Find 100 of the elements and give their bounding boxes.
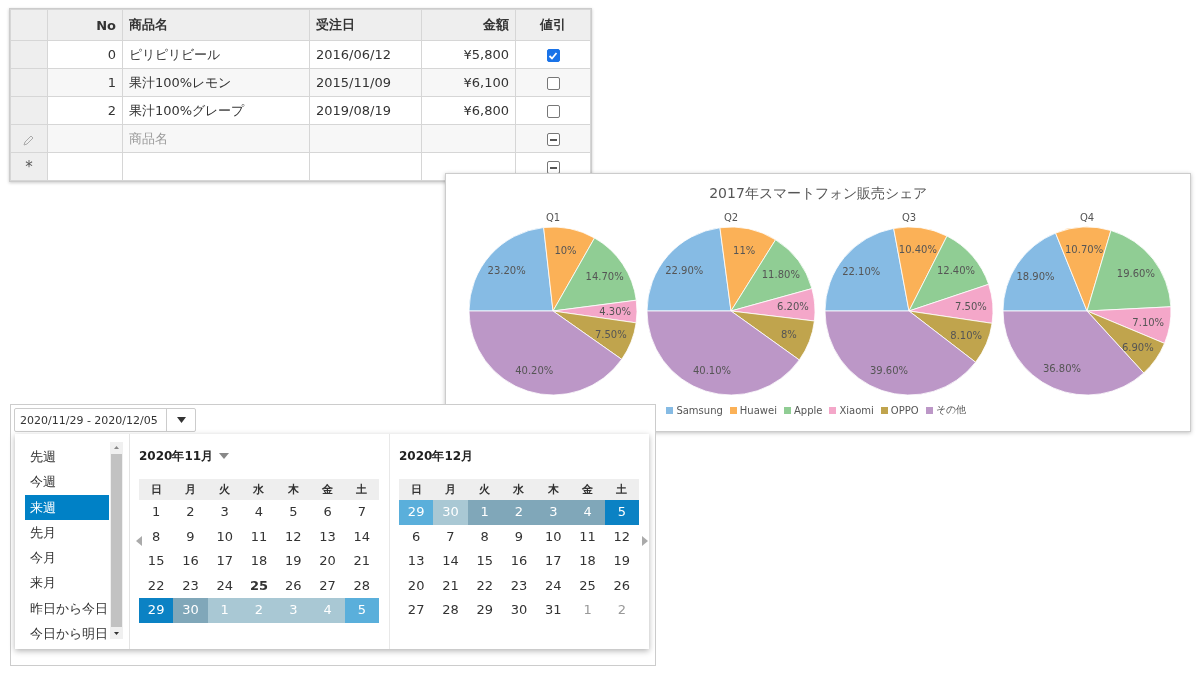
pie-title: Q2: [723, 212, 739, 223]
weekday-label: 日: [149, 482, 163, 498]
calendar-day[interactable]: 12: [604, 524, 639, 549]
column-header[interactable]: 値引: [515, 9, 591, 41]
weekday-label: 水: [512, 482, 526, 498]
calendar-day[interactable]: 5: [604, 500, 639, 525]
preset-item[interactable]: 来月: [25, 570, 109, 596]
calendar-day[interactable]: 22: [139, 573, 174, 598]
calendar-day[interactable]: 24: [207, 573, 242, 598]
calendar-day[interactable]: 23: [173, 573, 208, 598]
calendar-day[interactable]: 31: [536, 598, 571, 623]
preset-item[interactable]: 先週: [25, 444, 109, 470]
calendar-day[interactable]: 20: [399, 573, 434, 598]
calendar-day[interactable]: 18: [570, 549, 605, 574]
calendar-day[interactable]: 14: [433, 549, 468, 574]
preset-item[interactable]: 今月: [25, 545, 109, 571]
weekday-label: 火: [478, 482, 492, 498]
weekday-label: 水: [252, 482, 266, 498]
scrollbar[interactable]: [110, 442, 123, 639]
calendar-day[interactable]: 9: [173, 524, 208, 549]
calendar-day[interactable]: 5: [276, 500, 311, 525]
weekday-label: 土: [615, 482, 629, 498]
calendar-day[interactable]: 27: [399, 598, 434, 623]
preset-item[interactable]: 来週: [25, 494, 109, 520]
weekday-label: 日: [409, 482, 423, 498]
data-label: 19.60%: [1116, 267, 1155, 279]
calendar-day[interactable]: 20: [310, 549, 345, 574]
preset-item[interactable]: 先月: [25, 519, 109, 546]
calendar-day[interactable]: 30: [501, 598, 537, 623]
calendar-day[interactable]: 23: [501, 573, 537, 598]
calendar-day[interactable]: 2: [173, 500, 208, 525]
checkbox[interactable]: [546, 133, 560, 146]
checkbox[interactable]: [546, 49, 560, 62]
calendar-day[interactable]: 17: [536, 549, 571, 574]
column-header[interactable]: No: [47, 9, 123, 41]
month-title[interactable]: 2020年11月: [139, 447, 214, 465]
calendar-day[interactable]: 13: [310, 524, 345, 549]
calendar-day[interactable]: 15: [139, 549, 174, 574]
calendar-day[interactable]: 19: [276, 549, 311, 574]
calendar-day[interactable]: 8: [467, 524, 502, 549]
calendar-day[interactable]: 10: [207, 524, 242, 549]
placeholder-text: 商品名: [129, 130, 168, 146]
caret-icon[interactable]: [219, 453, 230, 459]
calendar-day[interactable]: 17: [207, 549, 242, 574]
calendar-day[interactable]: 9: [501, 524, 537, 549]
column-header[interactable]: 受注日: [309, 9, 422, 41]
calendar-day[interactable]: 26: [604, 573, 639, 598]
preset-item[interactable]: 今週: [25, 469, 109, 495]
legend-label: その他: [935, 403, 966, 417]
calendar-day[interactable]: 24: [536, 573, 571, 598]
column-header[interactable]: 金額: [421, 9, 516, 41]
date-range-input[interactable]: 2020/11/29 - 2020/12/05: [14, 408, 196, 432]
calendar-day[interactable]: 26: [276, 573, 311, 598]
next-arrow-icon[interactable]: [642, 536, 648, 546]
legend-swatch: [729, 406, 737, 414]
row-header[interactable]: *: [10, 152, 48, 181]
calendar-day[interactable]: 29: [467, 598, 502, 623]
calendar-day[interactable]: 28: [433, 598, 468, 623]
checkbox[interactable]: [546, 105, 560, 118]
calendar-day[interactable]: 21: [433, 573, 468, 598]
column-header[interactable]: 商品名: [122, 9, 310, 41]
data-label: 40.10%: [692, 365, 732, 377]
calendar-day[interactable]: 13: [399, 549, 434, 574]
table-cell: 0: [47, 40, 123, 69]
calendar-day[interactable]: 6: [399, 524, 434, 549]
calendar-day[interactable]: 11: [241, 524, 277, 549]
calendar-day[interactable]: 14: [344, 524, 379, 549]
calendar-day[interactable]: 25: [570, 573, 605, 598]
data-label: 18.90%: [1016, 271, 1055, 283]
calendar-day[interactable]: 16: [173, 549, 208, 574]
calendar-day[interactable]: 3: [207, 500, 242, 525]
calendar-day[interactable]: 7: [433, 524, 468, 549]
calendar-day[interactable]: 16: [501, 549, 537, 574]
checkbox[interactable]: [546, 77, 560, 90]
calendar-day[interactable]: 18: [241, 549, 277, 574]
calendar-day[interactable]: 4: [241, 500, 277, 525]
calendar-day[interactable]: 10: [536, 524, 571, 549]
weekday-label: 月: [443, 482, 457, 498]
calendar-day[interactable]: 27: [310, 573, 345, 598]
calendar-day[interactable]: 7: [344, 500, 379, 525]
table-cell: ¥6,800: [421, 96, 516, 125]
calendar-day[interactable]: 21: [344, 549, 379, 574]
preset-item[interactable]: 昨日から今日: [25, 595, 109, 622]
calendar-day[interactable]: 11: [570, 524, 605, 549]
weekday-label: 木: [286, 482, 300, 498]
calendar-day[interactable]: 15: [467, 549, 502, 574]
weekday-label: 金: [581, 482, 595, 498]
calendar-day[interactable]: 19: [604, 549, 639, 574]
previous-arrow-icon[interactable]: [136, 536, 142, 546]
table-cell: ¥6,100: [421, 68, 516, 97]
calendar-day[interactable]: 29: [139, 598, 174, 623]
data-label: 22.90%: [665, 265, 704, 277]
calendar-day[interactable]: 1: [139, 500, 174, 525]
calendar-day[interactable]: 6: [310, 500, 345, 525]
calendar-day[interactable]: 12: [276, 524, 311, 549]
calendar-day[interactable]: 28: [344, 573, 379, 598]
calendar-day[interactable]: 25: [241, 573, 277, 598]
calendar-day[interactable]: 22: [467, 573, 502, 598]
calendar-day[interactable]: 8: [139, 524, 174, 549]
preset-item[interactable]: 今日から明日: [25, 621, 109, 647]
